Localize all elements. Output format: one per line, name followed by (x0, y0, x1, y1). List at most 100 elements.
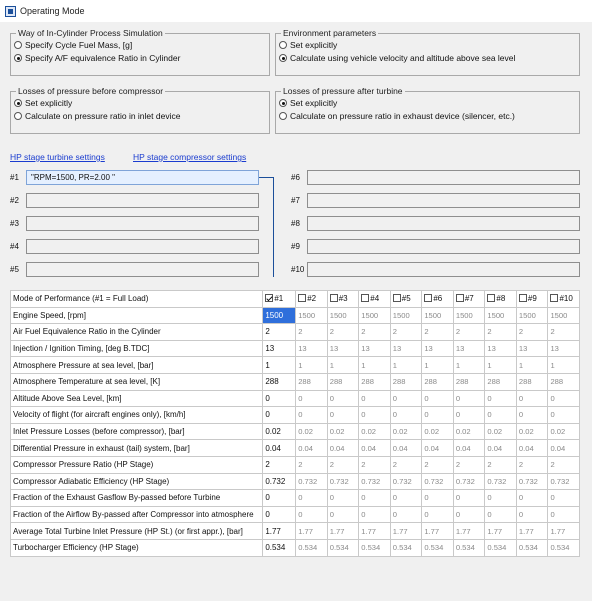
value-cell[interactable]: 0 (515, 505, 549, 524)
value-cell[interactable]: 0 (452, 406, 486, 424)
value-cell[interactable]: 1500 (358, 306, 391, 325)
value-cell[interactable]: 0.04 (515, 439, 549, 457)
value-cell[interactable]: 0 (547, 389, 580, 408)
radio-button[interactable] (14, 41, 22, 49)
value-cell[interactable]: 1 (452, 356, 486, 374)
value-cell[interactable]: 0 (484, 489, 517, 507)
value-cell[interactable]: 0 (358, 389, 391, 408)
stage-field-2[interactable] (26, 193, 259, 208)
value-cell[interactable]: 0 (326, 505, 360, 524)
hp-turbine-settings-link[interactable]: HP stage turbine settings (10, 152, 105, 162)
value-cell[interactable]: 1 (421, 356, 454, 374)
mode-5-header[interactable]: #5 (389, 290, 423, 308)
value-cell[interactable]: 2 (452, 323, 486, 341)
mode-9-header[interactable]: #9 (515, 290, 549, 308)
mode-checkbox[interactable] (392, 294, 401, 303)
value-cell[interactable]: 1 (484, 356, 517, 374)
value-cell[interactable]: 0.04 (484, 439, 517, 457)
value-cell[interactable]: 0.732 (547, 472, 580, 491)
radio-button[interactable] (279, 112, 287, 120)
value-cell[interactable]: 2 (358, 323, 391, 341)
value-cell[interactable]: 0.534 (421, 538, 454, 557)
mode-checkbox[interactable] (424, 294, 433, 303)
value-cell[interactable]: 0.732 (389, 472, 423, 491)
value-cell[interactable]: 0.732 (515, 472, 549, 491)
value-cell[interactable]: 0.02 (421, 422, 454, 441)
value-cell[interactable]: 288 (421, 372, 454, 391)
value-cell[interactable]: 0.732 (452, 472, 486, 491)
value-cell[interactable]: 1500 (421, 306, 454, 325)
value-cell[interactable]: 1 (389, 356, 423, 374)
value-cell[interactable]: 0 (326, 489, 360, 507)
radio-cycle-fuel-mass[interactable]: Specify Cycle Fuel Mass, [g] (14, 39, 266, 51)
value-cell[interactable]: 13 (262, 339, 297, 358)
value-cell[interactable]: 2 (326, 455, 360, 474)
value-cell[interactable]: 0.02 (484, 422, 517, 441)
value-cell[interactable]: 13 (515, 339, 549, 358)
value-cell[interactable]: 1.77 (295, 522, 328, 540)
value-cell[interactable]: 1500 (295, 306, 328, 325)
value-cell[interactable]: 0.534 (358, 538, 391, 557)
value-cell[interactable]: 0.02 (389, 422, 423, 441)
hp-compressor-settings-link[interactable]: HP stage compressor settings (133, 152, 246, 162)
stage-field-8[interactable] (307, 216, 580, 231)
radio-before-explicit[interactable]: Set explicitly (14, 97, 266, 109)
value-cell[interactable]: 0 (262, 389, 297, 408)
value-cell[interactable]: 2 (484, 455, 517, 474)
radio-after-calculate[interactable]: Calculate on pressure ratio in exhaust d… (279, 110, 576, 122)
value-cell[interactable]: 1.77 (547, 522, 580, 540)
value-cell[interactable]: 0 (295, 389, 328, 408)
value-cell[interactable]: 2 (262, 455, 297, 474)
stage-field-7[interactable] (307, 193, 580, 208)
value-cell[interactable]: 1500 (262, 306, 297, 325)
stage-field-1[interactable]: "RPM=1500, PR=2.00 " (26, 170, 259, 185)
value-cell[interactable]: 0 (484, 389, 517, 408)
mode-6-header[interactable]: #6 (421, 290, 454, 308)
value-cell[interactable]: 0.04 (326, 439, 360, 457)
mode-checkbox[interactable] (455, 294, 464, 303)
value-cell[interactable]: 1.77 (452, 522, 486, 540)
value-cell[interactable]: 0.02 (547, 422, 580, 441)
value-cell[interactable]: 0 (515, 489, 549, 507)
value-cell[interactable]: 1.77 (262, 522, 297, 540)
mode-3-header[interactable]: #3 (326, 290, 360, 308)
value-cell[interactable]: 0 (421, 406, 454, 424)
value-cell[interactable]: 0 (389, 489, 423, 507)
value-cell[interactable]: 0 (484, 406, 517, 424)
value-cell[interactable]: 2 (547, 323, 580, 341)
value-cell[interactable]: 2 (262, 323, 297, 341)
value-cell[interactable]: 1.77 (326, 522, 360, 540)
value-cell[interactable]: 2 (547, 455, 580, 474)
value-cell[interactable]: 0 (547, 489, 580, 507)
mode-checkbox[interactable] (487, 294, 496, 303)
value-cell[interactable]: 0 (295, 489, 328, 507)
mode-4-header[interactable]: #4 (358, 290, 391, 308)
value-cell[interactable]: 0.04 (547, 439, 580, 457)
value-cell[interactable]: 2 (358, 455, 391, 474)
stage-field-3[interactable] (26, 216, 259, 231)
value-cell[interactable]: 2 (515, 455, 549, 474)
value-cell[interactable]: 0 (358, 489, 391, 507)
value-cell[interactable]: 0 (326, 389, 360, 408)
radio-button[interactable] (279, 99, 287, 107)
stage-field-4[interactable] (26, 239, 259, 254)
radio-button[interactable] (14, 112, 22, 120)
value-cell[interactable]: 1500 (484, 306, 517, 325)
value-cell[interactable]: 2 (452, 455, 486, 474)
radio-env-calculate[interactable]: Calculate using vehicle velocity and alt… (279, 52, 576, 64)
value-cell[interactable]: 0 (421, 489, 454, 507)
value-cell[interactable]: 1 (547, 356, 580, 374)
value-cell[interactable]: 0.04 (452, 439, 486, 457)
value-cell[interactable]: 2 (421, 455, 454, 474)
value-cell[interactable]: 0.732 (358, 472, 391, 491)
value-cell[interactable]: 0 (326, 406, 360, 424)
value-cell[interactable]: 0 (389, 505, 423, 524)
value-cell[interactable]: 13 (484, 339, 517, 358)
value-cell[interactable]: 0.534 (389, 538, 423, 557)
value-cell[interactable]: 0.534 (295, 538, 328, 557)
value-cell[interactable]: 0 (262, 406, 297, 424)
value-cell[interactable]: 288 (515, 372, 549, 391)
value-cell[interactable]: 0 (515, 406, 549, 424)
value-cell[interactable]: 2 (421, 323, 454, 341)
mode-checkbox[interactable] (550, 294, 559, 303)
